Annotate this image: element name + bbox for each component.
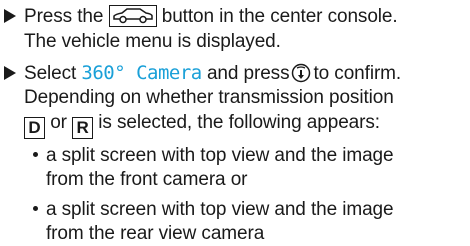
bullet-item-2-line-2: from the rear view camera — [46, 223, 265, 244]
step-arrow-icon — [4, 66, 16, 80]
menu-term-360-camera: 360° Camera — [81, 62, 202, 84]
step-2-line-2: Depending on whether transmission positi… — [24, 87, 394, 108]
car-icon — [108, 5, 157, 27]
step-2-line-1: Select 360° Camera and press to confirm. — [0, 61, 401, 86]
gear-d-key: D — [24, 117, 45, 139]
bullet-icon — [33, 206, 38, 211]
bullet-item-2-line-1: a split screen with top view and the ima… — [33, 198, 394, 222]
instruction-page: Press the button in the center console. … — [0, 0, 470, 246]
controller-press-icon — [292, 63, 311, 83]
bullet-item-1-line-2: from the front camera or — [46, 169, 248, 190]
bullet-icon — [33, 152, 38, 157]
step-1-line-1: Press the button in the center console. — [0, 5, 398, 29]
step-arrow-icon — [4, 9, 16, 23]
bullet-item-1-line-1: a split screen with top view and the ima… — [33, 144, 394, 168]
gear-r-key: R — [72, 117, 94, 139]
step-1-line-2: The vehicle menu is displayed. — [24, 31, 281, 52]
step-2-line-3: D or R is selected, the following appear… — [24, 111, 380, 139]
